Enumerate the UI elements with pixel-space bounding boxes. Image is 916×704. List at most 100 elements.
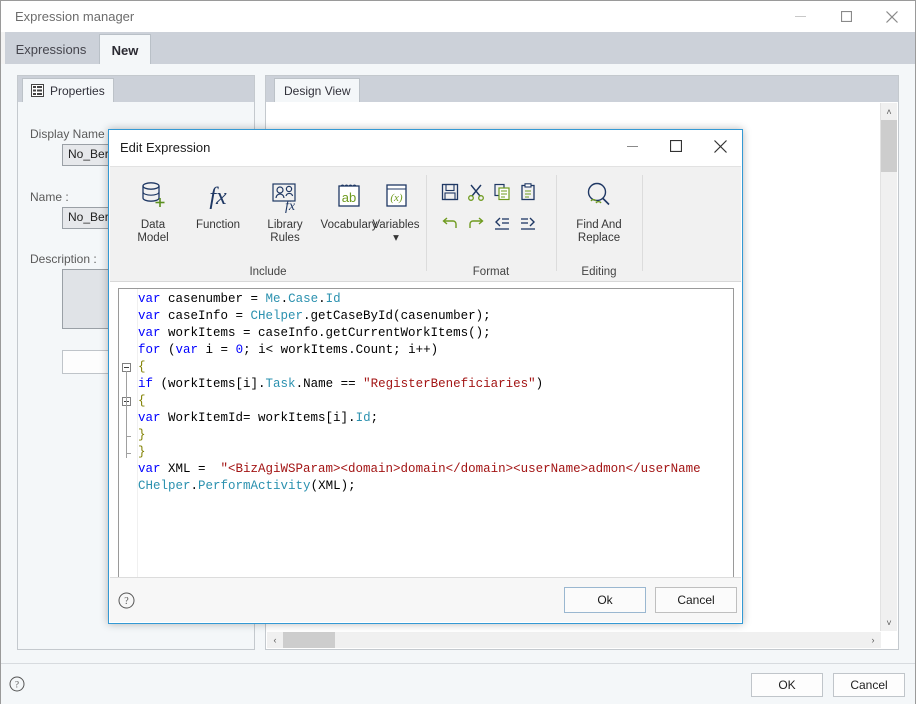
code-token: workItems = caseInfo.getCurrentWorkItems… [160, 326, 491, 340]
undo-icon[interactable] [437, 211, 463, 237]
copy-icon[interactable] [489, 179, 515, 205]
properties-grid-icon [31, 84, 44, 97]
dialog-maximize-button[interactable] [654, 130, 698, 162]
design-view-vertical-scrollbar[interactable]: ˄ ˅ [880, 103, 897, 631]
ribbon-item-label: Library [267, 219, 303, 231]
redo-icon[interactable] [463, 211, 489, 237]
tab-design-view[interactable]: Design View [274, 78, 361, 102]
paste-clipboard-icon[interactable] [515, 179, 541, 205]
code-line: var caseInfo = CHelper.getCaseById(casen… [138, 308, 718, 325]
code-line: if (workItems[i].Task.Name == "RegisterB… [138, 376, 718, 393]
expression-manager-window: Expression manager Expressions New Prope… [0, 0, 916, 704]
code-token: } [138, 445, 146, 459]
code-token: (XML); [310, 479, 356, 493]
cut-scissors-icon[interactable] [463, 179, 489, 205]
fold-guide-line [126, 405, 127, 441]
ribbon-item-label2: Replace [577, 232, 621, 244]
code-line: } [138, 444, 718, 461]
code-token: i = [198, 343, 236, 357]
window-controls [777, 1, 915, 32]
dialog-window-controls [610, 130, 742, 162]
dialog-ok-button[interactable]: Ok [564, 587, 646, 613]
scroll-down-icon[interactable]: ˅ [881, 614, 897, 631]
code-token: var [138, 411, 161, 425]
code-token: if [138, 377, 154, 391]
design-view-tab-row: Design View [266, 76, 898, 102]
outdent-icon[interactable] [489, 211, 515, 237]
properties-tab-row: Properties [18, 76, 254, 102]
edit-expression-dialog: Edit Expression Data Model fx Function f… [108, 129, 743, 624]
ribbon-divider-3 [642, 175, 643, 271]
code-token: casenumber = [160, 292, 266, 306]
cancel-button[interactable]: Cancel [833, 673, 905, 697]
design-view-horizontal-scrollbar[interactable]: ‹ › [267, 632, 881, 648]
ribbon-item-label: Variables [372, 219, 420, 231]
code-token: . [280, 292, 289, 306]
code-token: } [138, 428, 146, 442]
dialog-help-icon[interactable]: ? [118, 592, 135, 612]
ribbon-item-find-and-replace[interactable]: Find And Replace [567, 173, 631, 245]
code-token: caseInfo = [160, 309, 251, 323]
code-token: var [138, 462, 161, 476]
description-label: Description : [30, 252, 97, 266]
help-icon[interactable]: ? [9, 676, 25, 695]
vertical-scroll-thumb[interactable] [881, 120, 897, 172]
window-minimize-button[interactable] [777, 1, 823, 32]
svg-text:?: ? [124, 596, 129, 607]
window-title: Expression manager [15, 9, 135, 24]
ribbon-item-data-model[interactable]: Data Model [124, 173, 182, 245]
dialog-close-button[interactable] [698, 130, 742, 162]
window-maximize-button[interactable] [823, 1, 869, 32]
ribbon-group-editing: Find And Replace Editing [557, 167, 641, 281]
code-token: (workItems[i]. [153, 377, 266, 391]
ribbon-item-library-rules[interactable]: fx Library Rules [256, 173, 314, 245]
main-tab-strip: Expressions New [1, 32, 915, 65]
dialog-cancel-button[interactable]: Cancel [655, 587, 737, 613]
window-close-button[interactable] [869, 1, 915, 32]
window-title-bar: Expression manager [1, 1, 915, 32]
expression-code-editor[interactable]: var casenumber = Me.Case.Id var caseInfo … [118, 288, 734, 601]
ribbon-item-label2: Rules [270, 232, 300, 244]
code-token: XML = [160, 462, 221, 476]
code-token: var [138, 292, 161, 306]
chevron-down-icon[interactable]: ▾ [393, 232, 399, 245]
function-fx-icon: fx [201, 173, 235, 219]
save-icon[interactable] [437, 179, 463, 205]
code-token: { [138, 394, 146, 408]
ribbon-item-function[interactable]: fx Function [182, 173, 254, 232]
ok-button[interactable]: OK [751, 673, 823, 697]
dialog-footer: ? Ok Cancel [110, 577, 741, 622]
code-line: var WorkItemId= workItems[i].Id; [138, 410, 718, 427]
code-token: ( [160, 343, 176, 357]
dialog-minimize-button[interactable] [610, 130, 654, 162]
scroll-right-icon[interactable]: › [865, 632, 881, 648]
code-folding-margin[interactable] [119, 289, 138, 580]
code-token: Task [265, 377, 296, 391]
indent-icon[interactable] [515, 211, 541, 237]
tab-expressions[interactable]: Expressions [7, 34, 95, 65]
vocabulary-notepad-icon: ab [332, 173, 366, 219]
code-line: var casenumber = Me.Case.Id [138, 291, 718, 308]
tab-new[interactable]: New [99, 34, 151, 65]
code-token: .Name == [295, 377, 364, 391]
code-line: var XML = "<BizAgiWSParam><domain>domain… [138, 461, 718, 478]
variables-x-icon: (x) [379, 173, 413, 219]
window-footer: ? OK Cancel [1, 663, 915, 704]
code-text-area[interactable]: var casenumber = Me.Case.Id var caseInfo … [138, 291, 718, 580]
code-token: var [175, 343, 199, 357]
code-line: { [138, 393, 718, 410]
scroll-left-icon[interactable]: ‹ [267, 632, 283, 648]
ribbon-item-label2: Model [137, 232, 169, 244]
tab-properties[interactable]: Properties [22, 78, 114, 102]
code-token: ) [535, 377, 544, 391]
code-line: } [138, 427, 718, 444]
ribbon-item-variables[interactable]: (x) Variables ▾ [366, 173, 426, 245]
scroll-up-icon[interactable]: ˄ [881, 103, 897, 120]
name-label: Name : [30, 190, 69, 204]
code-token: "<BizAgiWSParam><domain>domain</domain><… [220, 462, 701, 476]
ribbon-item-label: Function [195, 219, 241, 231]
code-token: "RegisterBeneficiaries" [363, 377, 536, 391]
code-token: Me [265, 292, 281, 306]
ribbon-group-format: Format [427, 167, 555, 281]
horizontal-scroll-thumb[interactable] [283, 632, 335, 648]
